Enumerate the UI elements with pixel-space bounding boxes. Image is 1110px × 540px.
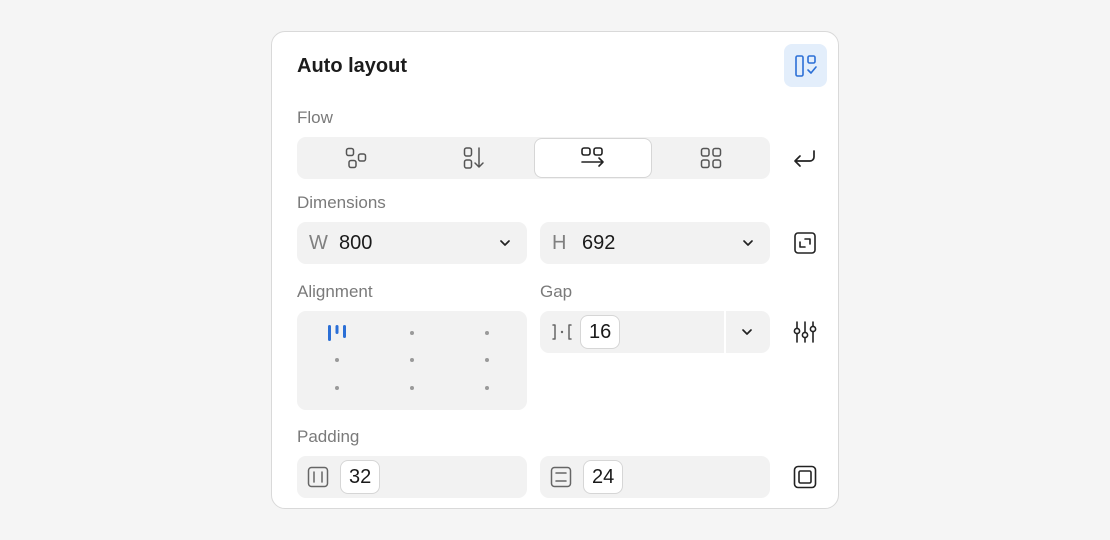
resize-to-fit-icon <box>794 232 816 254</box>
gap-divider <box>724 311 726 353</box>
align-top-center-dot[interactable] <box>410 331 414 335</box>
alignment-label: Alignment <box>297 282 373 301</box>
flow-option-freeform[interactable] <box>297 137 415 179</box>
align-top-right-dot[interactable] <box>485 331 489 335</box>
align-bottom-left-dot[interactable] <box>335 386 339 390</box>
wrap-arrow-icon <box>794 150 815 167</box>
gap-field[interactable]: 16 <box>540 311 770 353</box>
dimensions-label: Dimensions <box>297 193 386 212</box>
wrap-button[interactable] <box>789 142 821 174</box>
chevron-down-icon[interactable] <box>740 235 756 251</box>
width-value[interactable]: 800 <box>339 232 372 255</box>
height-field[interactable]: H 692 <box>540 222 770 264</box>
align-bottom-center-dot[interactable] <box>410 386 414 390</box>
align-middle-right-dot[interactable] <box>485 358 489 362</box>
align-middle-center-dot[interactable] <box>410 358 414 362</box>
gap-spacing-icon <box>552 324 572 340</box>
gap-value[interactable]: 16 <box>580 315 621 349</box>
flow-segmented-control <box>297 137 770 179</box>
align-top-left-icon[interactable] <box>327 323 347 343</box>
flow-label: Flow <box>297 108 333 127</box>
flow-option-grid[interactable] <box>652 137 770 179</box>
panel-title: Auto layout <box>297 55 407 77</box>
horizontal-padding-field[interactable]: 32 <box>297 456 527 498</box>
horizontal-padding-value[interactable]: 32 <box>340 460 381 494</box>
individual-padding-button[interactable] <box>789 461 821 493</box>
grid-flow-icon <box>700 147 722 169</box>
horizontal-padding-icon <box>307 466 329 488</box>
alignment-grid[interactable] <box>297 311 527 410</box>
width-prefix: W <box>309 231 328 254</box>
gap-label: Gap <box>540 282 573 301</box>
vertical-padding-field[interactable]: 24 <box>540 456 770 498</box>
resize-to-fit-button[interactable] <box>789 227 821 259</box>
flow-option-horizontal[interactable] <box>534 138 652 178</box>
auto-layout-panel: Auto layout Flow Dimensions W 800 H 692 … <box>271 31 839 509</box>
horizontal-flow-icon <box>581 147 604 167</box>
flow-option-vertical[interactable] <box>415 137 533 179</box>
advanced-settings-button[interactable] <box>789 316 821 348</box>
align-bottom-right-dot[interactable] <box>485 386 489 390</box>
vertical-flow-icon <box>463 147 484 169</box>
align-middle-left-dot[interactable] <box>335 358 339 362</box>
chevron-down-icon[interactable] <box>739 324 755 340</box>
vertical-padding-icon <box>550 466 572 488</box>
padding-label: Padding <box>297 427 360 446</box>
layout-suggestion-icon <box>794 54 817 77</box>
width-field[interactable]: W 800 <box>297 222 527 264</box>
individual-padding-icon <box>793 465 817 489</box>
vertical-padding-value[interactable]: 24 <box>583 460 624 494</box>
advanced-settings-icon <box>793 321 817 343</box>
auto-layout-toggle-button[interactable] <box>784 44 827 87</box>
chevron-down-icon[interactable] <box>497 235 513 251</box>
height-prefix: H <box>552 231 567 254</box>
height-value[interactable]: 692 <box>582 232 615 255</box>
freeform-layout-icon <box>345 147 367 169</box>
